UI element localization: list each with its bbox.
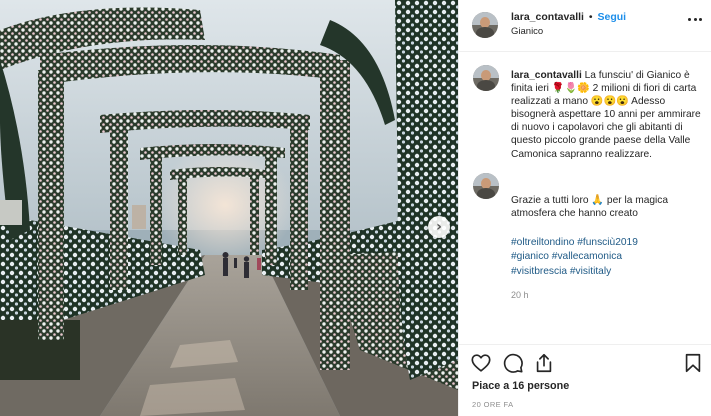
- instagram-post: › lara_contavalli • Segui Gianico lara_c…: [0, 0, 711, 416]
- post-sidebar: lara_contavalli • Segui Gianico lara_con…: [458, 0, 711, 416]
- author-avatar[interactable]: [472, 12, 498, 38]
- follow-button[interactable]: Segui: [598, 11, 627, 23]
- hashtag-line[interactable]: #oltreiltondino #funsciù2019: [511, 236, 703, 250]
- comment-icon[interactable]: [502, 352, 524, 374]
- post-header: lara_contavalli • Segui Gianico: [459, 0, 711, 52]
- hashtag-line[interactable]: #visitbrescia #visititaly: [511, 265, 703, 279]
- hashtags: #oltreiltondino #funsciù2019 #gianico #v…: [511, 236, 703, 279]
- author-username[interactable]: lara_contavalli: [511, 11, 584, 23]
- author-line: lara_contavalli • Segui: [511, 11, 626, 23]
- caption-text: La funsciu' di Gianico è finita ieri 🌹🌷🌼…: [511, 70, 701, 160]
- separator-dot: •: [588, 11, 593, 23]
- comment-avatar[interactable]: [473, 173, 499, 199]
- comment-text: Grazie a tutti loro 🙏 per la magica atmo…: [511, 195, 669, 220]
- photo-flower-arch-street: [0, 0, 458, 416]
- bookmark-icon[interactable]: [682, 352, 704, 374]
- post-photo[interactable]: ›: [0, 0, 458, 416]
- heart-icon[interactable]: [470, 352, 492, 374]
- next-photo-button[interactable]: ›: [428, 216, 450, 238]
- chevron-right-icon: ›: [436, 219, 442, 235]
- comments-section: lara_contavalli La funsciu' di Gianico è…: [459, 53, 711, 343]
- more-horizontal-icon[interactable]: [688, 18, 702, 24]
- location-link[interactable]: Gianico: [511, 26, 543, 37]
- share-icon[interactable]: [533, 352, 555, 374]
- comment-timestamp: 20 h: [511, 290, 529, 300]
- likes-count[interactable]: Piace a 16 persone: [472, 380, 569, 392]
- post-caption: lara_contavalli La funsciu' di Gianico è…: [511, 69, 703, 161]
- caption-avatar[interactable]: [473, 65, 499, 91]
- hashtag-line[interactable]: #gianico #vallecamonica: [511, 250, 703, 264]
- post-actions: Piace a 16 persone 20 ORE FA: [459, 344, 711, 416]
- post-timestamp: 20 ORE FA: [472, 400, 514, 409]
- caption-username[interactable]: lara_contavalli: [511, 70, 582, 81]
